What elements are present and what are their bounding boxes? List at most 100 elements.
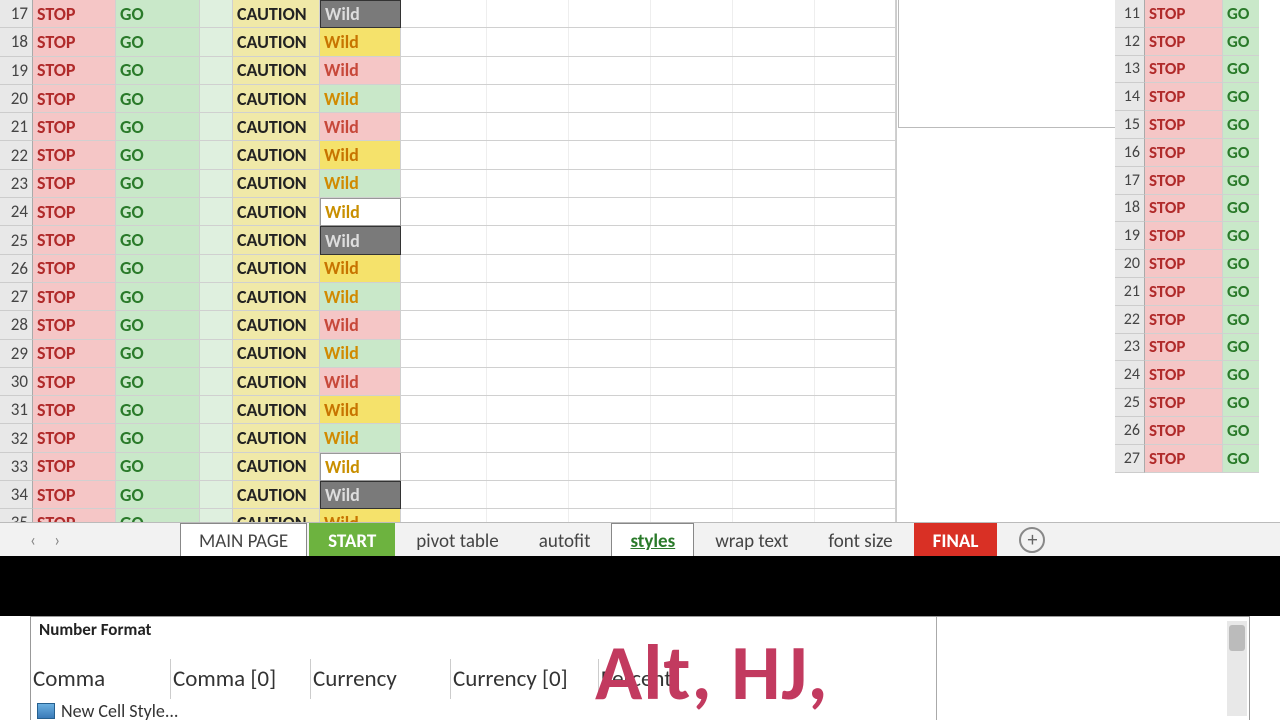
grid-row[interactable]: 26STOPGOCAUTIONWild <box>0 255 896 283</box>
cell-caution[interactable]: CAUTION <box>233 170 320 198</box>
cell-gap[interactable] <box>200 509 233 523</box>
cell-go[interactable]: GO <box>116 226 200 254</box>
cell-caution[interactable]: CAUTION <box>233 396 320 424</box>
cell-caution[interactable]: CAUTION <box>233 311 320 339</box>
cell-empty[interactable] <box>401 283 896 311</box>
row-header[interactable]: 29 <box>0 340 33 368</box>
grid-row[interactable]: 30STOPGOCAUTIONWild <box>0 368 896 396</box>
grid-row[interactable]: 17STOPGOCAUTIONWild <box>0 0 896 28</box>
cell-stop[interactable]: STOP <box>33 368 116 396</box>
cell-stop[interactable]: STOP <box>1145 361 1223 389</box>
grid-row[interactable]: 19STOPGOCAUTIONWild <box>0 57 896 85</box>
cell-go[interactable]: GO <box>116 311 200 339</box>
cell-caution[interactable]: CAUTION <box>233 226 320 254</box>
cell-stop[interactable]: STOP <box>33 0 116 28</box>
cell-go-partial[interactable]: GO <box>1223 0 1259 28</box>
grid-row[interactable]: 26STOPGO <box>1115 417 1280 445</box>
cell-wild[interactable]: Wild <box>320 283 401 311</box>
row-header[interactable]: 23 <box>1115 334 1145 362</box>
cell-wild[interactable]: Wild <box>320 0 401 28</box>
cell-gap[interactable] <box>200 198 233 226</box>
cell-go[interactable]: GO <box>116 28 200 56</box>
grid-row[interactable]: 25STOPGOCAUTIONWild <box>0 226 896 254</box>
cell-wild[interactable]: Wild <box>320 57 401 85</box>
cell-caution[interactable]: CAUTION <box>233 0 320 28</box>
grid-row[interactable]: 13STOPGO <box>1115 56 1280 84</box>
row-header[interactable]: 12 <box>1115 28 1145 56</box>
scrollbar-thumb[interactable] <box>1229 625 1245 651</box>
cell-stop[interactable]: STOP <box>1145 0 1223 28</box>
cell-wild[interactable]: Wild <box>320 198 401 226</box>
cell-wild[interactable]: Wild <box>320 311 401 339</box>
cell-empty[interactable] <box>401 198 896 226</box>
grid-row[interactable]: 21STOPGOCAUTIONWild <box>0 113 896 141</box>
cell-go-partial[interactable]: GO <box>1223 361 1259 389</box>
cell-empty[interactable] <box>401 170 896 198</box>
grid-row[interactable]: 25STOPGO <box>1115 389 1280 417</box>
tab-autofit[interactable]: autofit <box>520 523 610 557</box>
cell-stop[interactable]: STOP <box>1145 389 1223 417</box>
cell-go[interactable]: GO <box>116 396 200 424</box>
row-header[interactable]: 26 <box>1115 417 1145 445</box>
cell-stop[interactable]: STOP <box>1145 278 1223 306</box>
grid-row[interactable]: 23STOPGO <box>1115 334 1280 362</box>
grid-row[interactable]: 22STOPGOCAUTIONWild <box>0 141 896 169</box>
row-header[interactable]: 16 <box>1115 139 1145 167</box>
grid-row[interactable]: 31STOPGOCAUTIONWild <box>0 396 896 424</box>
cell-wild[interactable]: Wild <box>320 453 401 481</box>
cell-stop[interactable]: STOP <box>33 340 116 368</box>
row-header[interactable]: 19 <box>1115 222 1145 250</box>
cell-go-partial[interactable]: GO <box>1223 83 1259 111</box>
cell-go[interactable]: GO <box>116 481 200 509</box>
cell-go[interactable]: GO <box>116 340 200 368</box>
cell-stop[interactable]: STOP <box>33 311 116 339</box>
grid-row[interactable]: 24STOPGOCAUTIONWild <box>0 198 896 226</box>
cell-go-partial[interactable]: GO <box>1223 139 1259 167</box>
cell-gap[interactable] <box>200 226 233 254</box>
cell-empty[interactable] <box>401 57 896 85</box>
tab-styles[interactable]: styles <box>611 523 694 557</box>
row-header[interactable]: 17 <box>1115 167 1145 195</box>
cell-go-partial[interactable]: GO <box>1223 417 1259 445</box>
row-header[interactable]: 21 <box>0 113 33 141</box>
cell-wild[interactable]: Wild <box>320 424 401 452</box>
cell-go-partial[interactable]: GO <box>1223 222 1259 250</box>
cell-go[interactable]: GO <box>116 255 200 283</box>
cell-empty[interactable] <box>401 311 896 339</box>
cell-wild[interactable]: Wild <box>320 481 401 509</box>
cell-go[interactable]: GO <box>116 509 200 523</box>
cell-wild[interactable]: Wild <box>320 340 401 368</box>
style-currency-0-[interactable]: Currency [0] <box>451 659 599 699</box>
row-header[interactable]: 13 <box>1115 56 1145 84</box>
row-header[interactable]: 20 <box>1115 250 1145 278</box>
cell-go[interactable]: GO <box>116 141 200 169</box>
cell-gap[interactable] <box>200 57 233 85</box>
cell-empty[interactable] <box>401 424 896 452</box>
new-cell-style-button[interactable]: New Cell Style... <box>37 700 178 722</box>
cell-stop[interactable]: STOP <box>33 226 116 254</box>
row-header[interactable]: 27 <box>1115 445 1145 473</box>
cell-gap[interactable] <box>200 28 233 56</box>
tab-final[interactable]: FINAL <box>914 523 998 557</box>
cell-caution[interactable]: CAUTION <box>233 453 320 481</box>
cell-stop[interactable]: STOP <box>33 28 116 56</box>
cell-empty[interactable] <box>401 453 896 481</box>
cell-stop[interactable]: STOP <box>33 113 116 141</box>
cell-caution[interactable]: CAUTION <box>233 113 320 141</box>
grid-row[interactable]: 17STOPGO <box>1115 167 1280 195</box>
cell-empty[interactable] <box>401 481 896 509</box>
grid-row[interactable]: 22STOPGO <box>1115 306 1280 334</box>
grid-row[interactable]: 12STOPGO <box>1115 28 1280 56</box>
cell-gap[interactable] <box>200 85 233 113</box>
grid-row[interactable]: 14STOPGO <box>1115 83 1280 111</box>
cell-caution[interactable]: CAUTION <box>233 509 320 523</box>
cell-empty[interactable] <box>401 28 896 56</box>
cell-go-partial[interactable]: GO <box>1223 334 1259 362</box>
cell-wild[interactable]: Wild <box>320 226 401 254</box>
cell-gap[interactable] <box>200 481 233 509</box>
cell-caution[interactable]: CAUTION <box>233 283 320 311</box>
cell-gap[interactable] <box>200 396 233 424</box>
cell-wild[interactable]: Wild <box>320 170 401 198</box>
grid-row[interactable]: 35STOPGOCAUTIONWild <box>0 509 896 523</box>
row-header[interactable]: 22 <box>0 141 33 169</box>
